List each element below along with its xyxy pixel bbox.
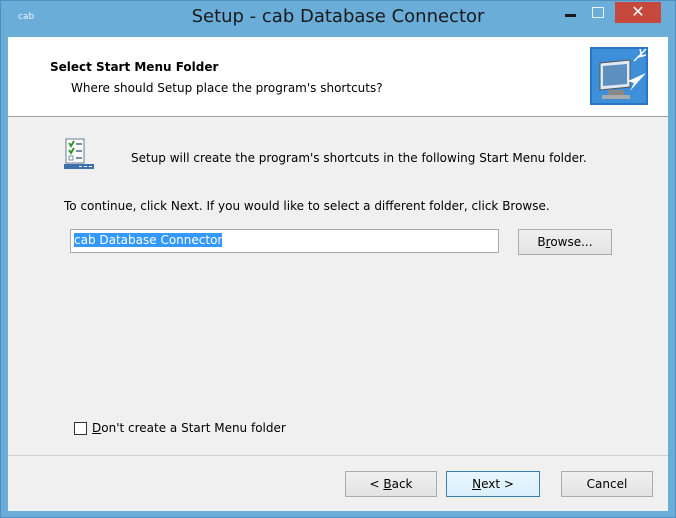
dont-create-folder-checkbox[interactable] <box>74 422 87 435</box>
browse-button[interactable]: Browse... <box>518 229 612 255</box>
back-button[interactable]: < Back <box>345 471 437 497</box>
folder-name-value: cab Database Connector <box>74 233 223 247</box>
start-menu-folder-input[interactable]: cab Database Connector <box>70 229 499 253</box>
start-menu-folder-icon <box>64 138 94 169</box>
instruction-text: To continue, click Next. If you would li… <box>64 199 550 213</box>
info-text: Setup will create the program's shortcut… <box>131 151 587 165</box>
dont-create-folder-label[interactable]: Don't create a Start Menu folder <box>92 421 286 435</box>
page-title: Select Start Menu Folder <box>50 60 219 74</box>
page-subtitle: Where should Setup place the program's s… <box>71 81 383 95</box>
next-button[interactable]: Next > <box>446 471 540 497</box>
dialog-client-area: Select Start Menu Folder Where should Se… <box>8 37 668 511</box>
wizard-header: Select Start Menu Folder Where should Se… <box>8 37 668 117</box>
maximize-button[interactable] <box>585 3 611 23</box>
footer-divider <box>8 455 668 456</box>
minimize-button[interactable] <box>558 3 584 23</box>
close-icon: ✕ <box>631 2 645 21</box>
close-button[interactable]: ✕ <box>615 2 661 23</box>
title-bar[interactable]: cab Setup - cab Database Connector ✕ <box>1 1 675 37</box>
cancel-button[interactable]: Cancel <box>561 471 653 497</box>
setup-window: cab Setup - cab Database Connector ✕ Sel… <box>0 0 676 518</box>
minimize-icon <box>565 14 576 17</box>
setup-computer-icon <box>590 47 648 105</box>
maximize-icon <box>592 7 604 18</box>
